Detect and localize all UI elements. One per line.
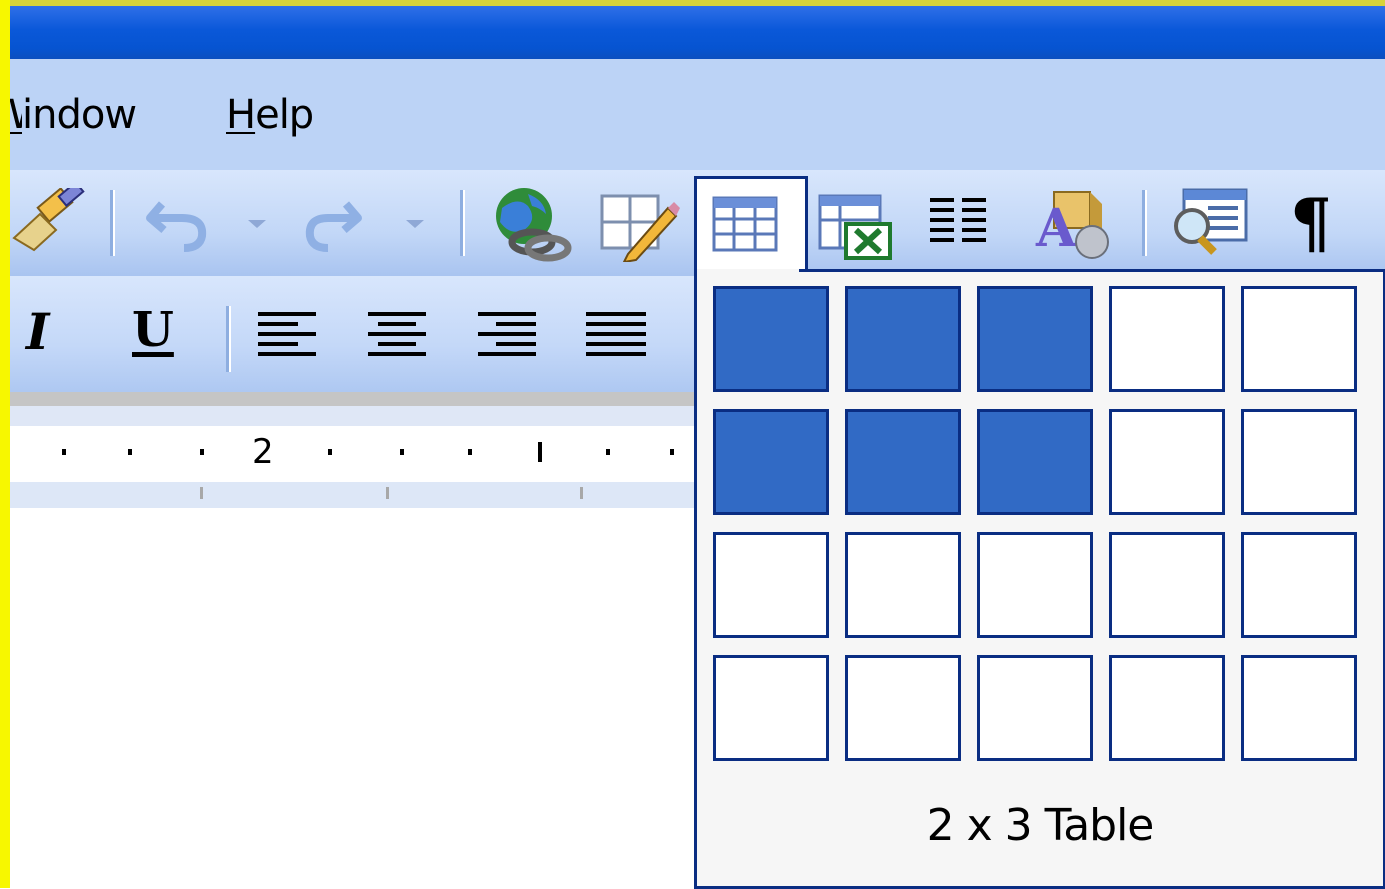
document-map-icon: [1174, 188, 1248, 255]
table-grid-cell[interactable]: [1109, 655, 1225, 761]
ruler-tick: [468, 449, 472, 455]
menu-help[interactable]: Help: [226, 92, 314, 138]
undo-icon: [146, 201, 207, 252]
menu-window-mnemonic: W: [8, 92, 22, 138]
globe-link-icon: [496, 188, 572, 262]
ruler-half-tick: [538, 442, 542, 462]
table-grid-cell[interactable]: [713, 286, 829, 392]
word-window: Window Help: [0, 0, 1385, 889]
ruler-tick: [200, 449, 204, 455]
tables-and-borders-button[interactable]: [598, 188, 680, 264]
table-grid-cell[interactable]: [1241, 409, 1357, 515]
align-left-button[interactable]: [256, 308, 320, 364]
redo-icon: [305, 201, 362, 252]
toolbar-separator: [226, 306, 231, 372]
justify-button[interactable]: [584, 308, 648, 364]
toolbar-separator: [1142, 190, 1147, 256]
table-grid-cell[interactable]: [1109, 409, 1225, 515]
table-grid-cell[interactable]: [713, 532, 829, 638]
table-grid-cell[interactable]: [713, 655, 829, 761]
drawing-icon: A: [1035, 191, 1109, 259]
table-grid-cell[interactable]: [977, 409, 1093, 515]
table-grid-cell[interactable]: [1241, 286, 1357, 392]
ruler-lower-tick: [386, 487, 389, 499]
italic-icon: I: [26, 302, 50, 361]
toolbar-separator: [460, 190, 465, 256]
ruler-tick: [328, 449, 332, 455]
table-icon: [712, 196, 778, 252]
redo-button[interactable]: [300, 190, 376, 256]
ruler-lower-tick: [580, 487, 583, 499]
svg-text:A: A: [1035, 198, 1077, 259]
menu-help-mnemonic: H: [226, 92, 256, 138]
table-grid-cell[interactable]: [845, 286, 961, 392]
table-pencil-icon: [600, 194, 680, 264]
drawing-button[interactable]: A: [1030, 184, 1114, 260]
table-grid-cell[interactable]: [845, 655, 961, 761]
columns-icon: [930, 198, 986, 242]
insert-table-dropdown: 2 x 3 Table: [694, 269, 1385, 889]
chevron-down-icon: [248, 220, 266, 228]
format-painter-button[interactable]: [10, 180, 90, 258]
insert-table-button[interactable]: [694, 176, 808, 275]
brush-icon: [12, 180, 85, 252]
italic-button[interactable]: I: [18, 300, 68, 366]
underline-button[interactable]: U: [124, 300, 180, 366]
table-grid-cell[interactable]: [845, 532, 961, 638]
align-right-icon: [478, 312, 536, 356]
excel-icon: [818, 194, 892, 260]
undo-dropdown[interactable]: [244, 212, 270, 232]
ruler-number: 2: [252, 432, 274, 472]
ruler-lower-tick: [200, 487, 203, 499]
columns-button[interactable]: [924, 192, 994, 252]
table-grid-cell[interactable]: [1241, 655, 1357, 761]
menu-bar: [10, 59, 1385, 170]
ruler-tick: [400, 449, 404, 455]
table-grid-cell[interactable]: [977, 532, 1093, 638]
undo-button[interactable]: [140, 190, 216, 256]
table-grid-cell[interactable]: [977, 655, 1093, 761]
title-bar: [10, 6, 1385, 59]
menu-window-label: indow: [22, 92, 137, 138]
table-grid-cell[interactable]: [977, 286, 1093, 392]
ruler-tick: [128, 449, 132, 455]
pilcrow-icon: ¶: [1290, 184, 1332, 262]
insert-excel-worksheet-button[interactable]: [816, 190, 896, 262]
table-size-label: 2 x 3 Table: [926, 800, 1155, 851]
ruler-tick: [62, 449, 66, 455]
document-map-button[interactable]: [1168, 186, 1252, 260]
dropdown-tab-join: [697, 269, 799, 275]
table-grid-cell[interactable]: [1109, 286, 1225, 392]
ruler-tick: [670, 449, 674, 455]
redo-dropdown[interactable]: [402, 212, 428, 232]
justify-icon: [586, 312, 646, 356]
ruler-tick: [606, 449, 610, 455]
table-grid-cell[interactable]: [845, 409, 961, 515]
align-center-button[interactable]: [366, 308, 430, 364]
align-center-icon: [368, 312, 426, 356]
underline-icon: U: [132, 302, 174, 358]
chevron-down-icon: [406, 220, 424, 228]
highlight-border-top: [0, 0, 1385, 6]
align-right-button[interactable]: [476, 308, 540, 364]
toolbar-separator: [110, 190, 115, 256]
table-grid-cell[interactable]: [1241, 532, 1357, 638]
menu-window[interactable]: Window: [8, 92, 137, 138]
insert-hyperlink-button[interactable]: [488, 186, 572, 262]
show-hide-formatting-button[interactable]: ¶: [1282, 184, 1352, 262]
align-left-icon: [258, 312, 316, 356]
table-grid-cell[interactable]: [713, 409, 829, 515]
table-grid-cell[interactable]: [1109, 532, 1225, 638]
highlight-border-left: [0, 0, 10, 888]
menu-help-label: elp: [255, 92, 314, 138]
